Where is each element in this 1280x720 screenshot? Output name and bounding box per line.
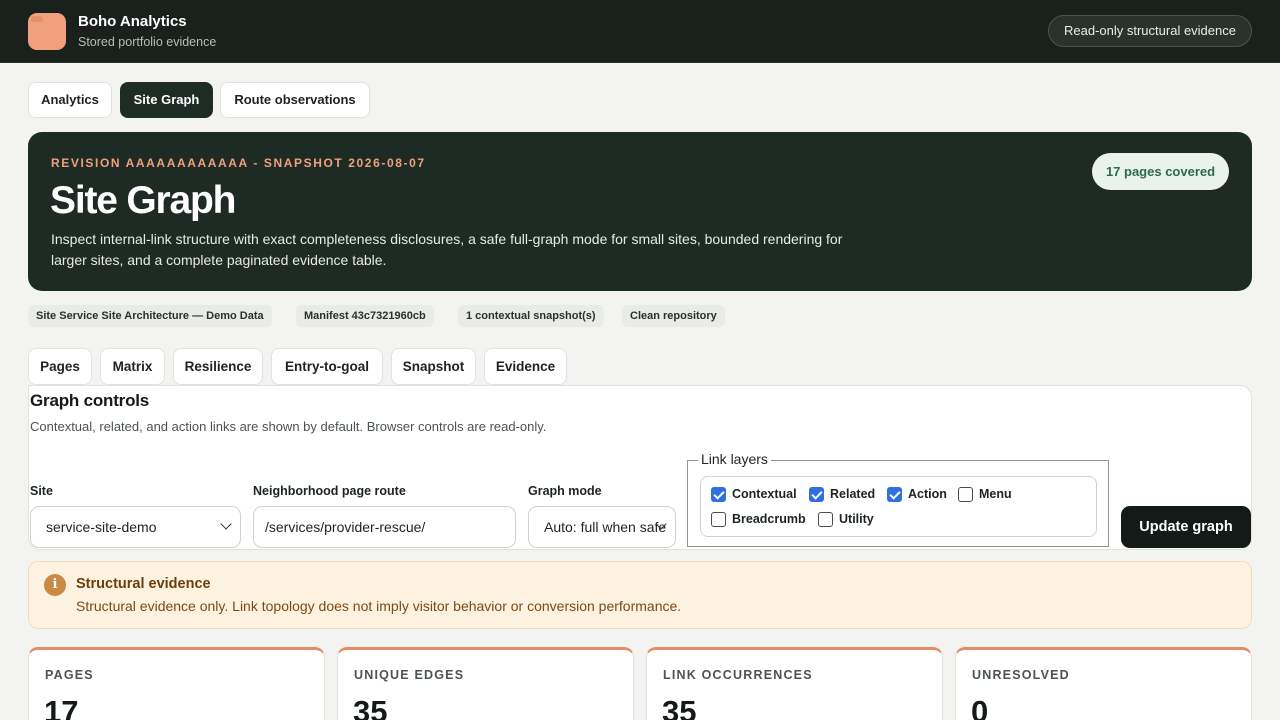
checkbox-checked-icon <box>809 487 824 502</box>
stat-label: LINK OCCURRENCES <box>663 668 813 682</box>
app-subtitle: Stored portfolio evidence <box>78 35 217 49</box>
revision-eyebrow: REVISION AAAAAAAAAAAA - SNAPSHOT 2026-08… <box>51 156 426 170</box>
structural-evidence-notice: i Structural evidence Structural evidenc… <box>28 561 1252 629</box>
route-input-value: /services/provider-rescue/ <box>265 519 426 535</box>
checkbox-checked-icon <box>887 487 902 502</box>
stat-value: 0 <box>971 694 989 720</box>
tab-site-graph[interactable]: Site Graph <box>120 82 213 118</box>
checkbox-checked-icon <box>711 487 726 502</box>
meta-chip-manifest: Manifest 43c7321960cb <box>296 305 434 327</box>
tab-snapshot[interactable]: Snapshot <box>391 348 476 385</box>
link-layers-legend: Link layers <box>698 451 771 467</box>
stat-card-link-occurrences: LINK OCCURRENCES 35 <box>646 647 943 720</box>
layer-related-checkbox[interactable]: Related <box>809 487 875 503</box>
stat-card-unresolved: UNRESOLVED 0 <box>955 647 1252 720</box>
top-bar: Boho Analytics Stored portfolio evidence… <box>0 0 1280 63</box>
stat-card-pages: PAGES 17 <box>28 647 325 720</box>
tab-evidence[interactable]: Evidence <box>484 348 567 385</box>
notice-title: Structural evidence <box>76 576 211 592</box>
graph-mode-select[interactable]: Auto: full when safe <box>528 506 676 548</box>
route-input[interactable]: /services/provider-rescue/ <box>253 506 516 548</box>
pages-covered-badge: 17 pages covered <box>1092 153 1229 190</box>
notice-text: Structural evidence only. Link topology … <box>76 598 682 614</box>
graph-mode-value: Auto: full when safe <box>544 519 667 535</box>
meta-chip-snapshots: 1 contextual snapshot(s) <box>458 305 604 327</box>
link-layers-fieldset: Link layers Contextual Related Action Me… <box>687 451 1109 547</box>
meta-chip-repository: Clean repository <box>622 305 725 327</box>
stat-label: UNIQUE EDGES <box>354 668 465 682</box>
layer-label: Action <box>908 487 947 501</box>
layer-menu-checkbox[interactable]: Menu <box>958 487 1012 503</box>
layer-label: Related <box>830 487 876 501</box>
graph-controls-panel: Graph controls Contextual, related, and … <box>28 385 1252 550</box>
app-name: Boho Analytics <box>78 13 187 30</box>
hero-panel: REVISION AAAAAAAAAAAA - SNAPSHOT 2026-08… <box>28 132 1252 291</box>
stat-card-unique-edges: UNIQUE EDGES 35 <box>337 647 634 720</box>
app-logo <box>28 13 66 50</box>
layer-label: Utility <box>839 512 874 526</box>
tab-matrix[interactable]: Matrix <box>100 348 165 385</box>
page-description: Inspect internal-link structure with exa… <box>51 231 843 268</box>
info-icon: i <box>44 574 66 596</box>
tab-pages[interactable]: Pages <box>28 348 92 385</box>
stat-value: 35 <box>353 694 388 720</box>
site-select[interactable]: service-site-demo <box>30 506 241 548</box>
stat-label: PAGES <box>45 668 94 682</box>
stat-label: UNRESOLVED <box>972 668 1070 682</box>
checkbox-unchecked-icon <box>711 512 726 527</box>
layer-label: Breadcrumb <box>732 512 806 526</box>
checkbox-unchecked-icon <box>958 487 973 502</box>
layer-action-checkbox[interactable]: Action <box>887 487 947 503</box>
graph-mode-label: Graph mode <box>528 484 602 498</box>
site-select-value: service-site-demo <box>46 519 157 535</box>
meta-chip-site: Site Service Site Architecture — Demo Da… <box>28 305 272 327</box>
layer-utility-checkbox[interactable]: Utility <box>818 512 874 528</box>
graph-controls-description: Contextual, related, and action links ar… <box>30 419 547 434</box>
readonly-badge: Read-only structural evidence <box>1048 15 1252 47</box>
update-graph-button[interactable]: Update graph <box>1121 506 1251 548</box>
stat-value: 35 <box>662 694 697 720</box>
layer-label: Contextual <box>732 487 797 501</box>
stat-value: 17 <box>44 694 79 720</box>
layer-contextual-checkbox[interactable]: Contextual <box>711 487 797 503</box>
tab-analytics[interactable]: Analytics <box>28 82 112 118</box>
tab-entry-to-goal[interactable]: Entry-to-goal <box>271 348 383 385</box>
tab-resilience[interactable]: Resilience <box>173 348 263 385</box>
layer-breadcrumb-checkbox[interactable]: Breadcrumb <box>711 512 806 528</box>
checkbox-unchecked-icon <box>818 512 833 527</box>
route-label: Neighborhood page route <box>253 484 406 498</box>
graph-controls-title: Graph controls <box>30 391 150 410</box>
chevron-down-icon <box>220 518 232 530</box>
page-title: Site Graph <box>50 179 236 222</box>
layer-label: Menu <box>979 487 1012 501</box>
site-label: Site <box>30 484 53 498</box>
tab-route-observations[interactable]: Route observations <box>220 82 370 118</box>
link-layers-group: Contextual Related Action Menu Breadcrum… <box>700 476 1097 537</box>
